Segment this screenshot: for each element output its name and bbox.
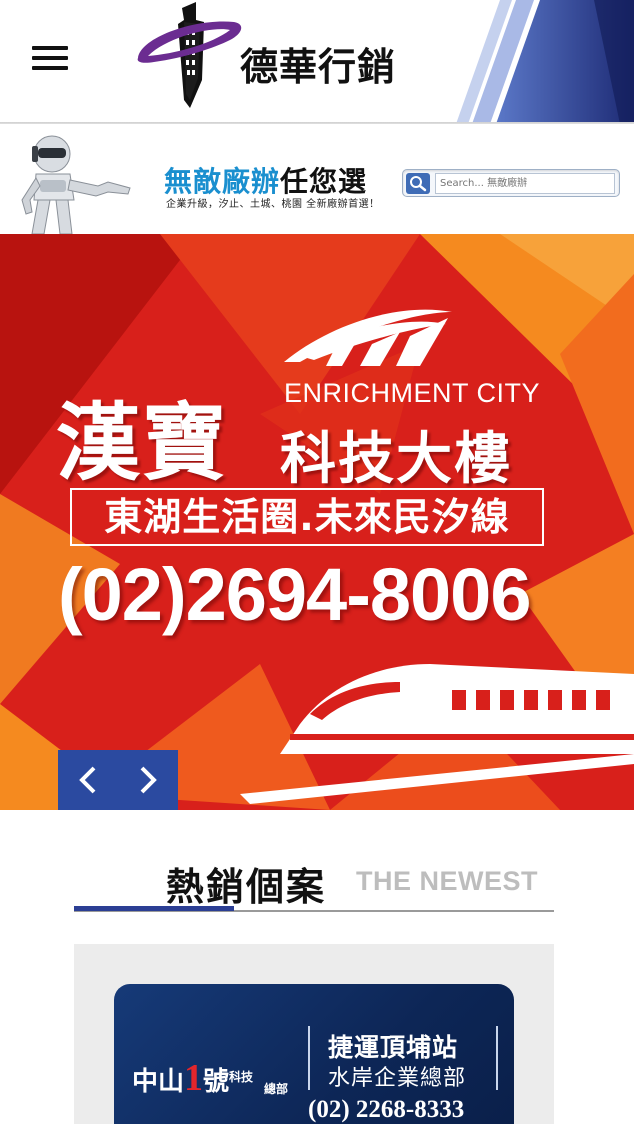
site-header: 德華行銷 <box>0 0 634 124</box>
search-icon[interactable] <box>406 173 430 194</box>
carousel-nav <box>58 750 178 810</box>
robot-mascot-icon <box>21 135 131 234</box>
project-phone: (02) 2268-8333 <box>308 1096 465 1123</box>
section-heading: 熱銷個案 THE NEWEST <box>74 850 554 914</box>
ad-search-input[interactable] <box>435 173 615 194</box>
project-list: 中山1號科技 總部 捷運頂埔站 水岸企業總部 (02) 2268-8333 <box>74 944 554 1124</box>
section-title-zh: 熱銷個案 <box>166 865 327 909</box>
project-logo-suffix: 號 <box>203 1067 230 1097</box>
project-logo-main: 中山 <box>132 1067 185 1097</box>
hero-title-big: 漢寶 <box>56 394 229 492</box>
header-decoration <box>456 0 634 124</box>
ad-search-box <box>402 169 620 197</box>
ad-title-rest: 任您選 <box>280 165 368 198</box>
chevron-left-icon[interactable] <box>58 750 118 810</box>
hero-tagline: 東湖生活圈.未來民汐線 <box>70 488 544 546</box>
section-title-en: THE NEWEST <box>356 866 539 896</box>
brand-name[interactable]: 德華行銷 <box>240 36 396 91</box>
ad-title: 無敵廠辦任您選 <box>164 160 367 200</box>
project-line1: 捷運頂埔站 <box>328 1033 459 1062</box>
hero-phone: (02)2694-8006 <box>58 553 531 636</box>
project-card[interactable]: 中山1號科技 總部 捷運頂埔站 水岸企業總部 (02) 2268-8333 <box>114 984 514 1124</box>
hero-title-en: ENRICHMENT CITY <box>284 378 541 408</box>
project-logo-number: 1 <box>184 1057 204 1099</box>
ad-subtitle: 企業升級，汐止、土城、桃園 全新廠辦首選！ <box>166 199 380 210</box>
project-line2: 水岸企業總部 <box>328 1066 467 1091</box>
ad-title-highlight: 無敵廠辦 <box>164 165 281 198</box>
project-logo-small-top: 科技 <box>229 1070 254 1084</box>
section-divider-accent <box>74 906 234 911</box>
hero-carousel[interactable]: 漢寶 ENRICHMENT CITY 科技大樓 東湖生活圈.未來民汐線 (02)… <box>0 234 634 810</box>
ad-strip-banner[interactable]: 無敵廠辦任您選 企業升級，汐止、土城、桃園 全新廠辦首選！ <box>0 126 634 234</box>
project-logo-small-bottom: 總部 <box>264 1082 289 1096</box>
hamburger-menu-icon[interactable] <box>26 40 74 76</box>
hero-title-sub: 科技大樓 <box>280 427 512 492</box>
project-logo: 中山1號科技 總部 <box>132 1056 288 1100</box>
header-shadow <box>0 122 634 124</box>
chevron-right-icon[interactable] <box>118 750 178 810</box>
tower-logo-icon[interactable] <box>134 0 246 112</box>
